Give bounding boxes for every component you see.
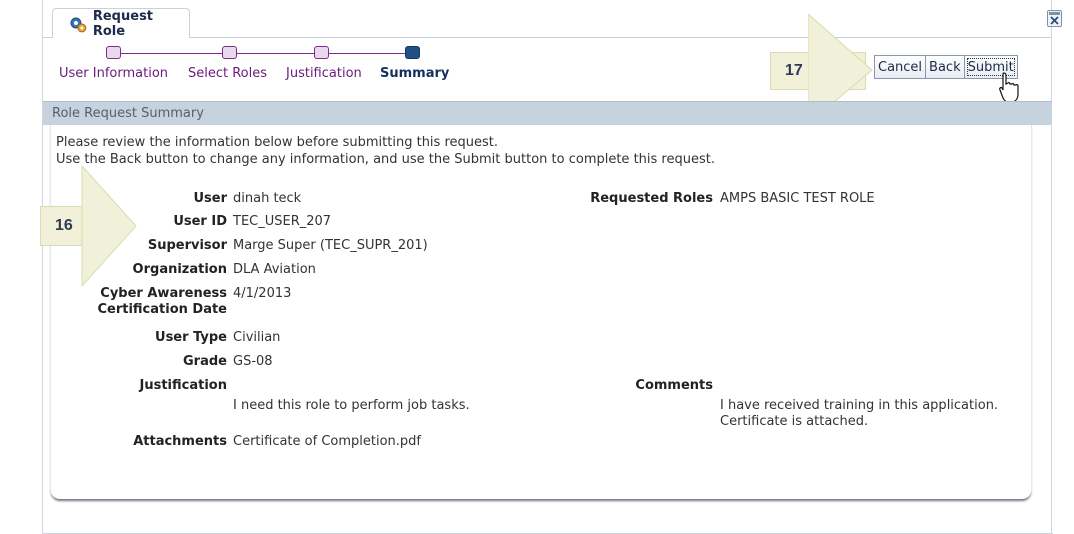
train-stop-summary (405, 46, 420, 59)
value-attachments: Certificate of Completion.pdf (233, 434, 421, 449)
label-comments: Comments (635, 378, 713, 393)
label-organization: Organization (132, 262, 227, 277)
value-organization: DLA Aviation (233, 262, 316, 277)
label-justification: Justification (139, 378, 227, 393)
train-stop-user-information[interactable] (106, 46, 121, 59)
tab-title: Request Role (92, 8, 154, 39)
intro-line-2: Use the Back button to change any inform… (56, 152, 715, 167)
value-grade: GS-08 (233, 354, 273, 369)
label-grade: Grade (183, 354, 227, 369)
cancel-button[interactable]: Cancel (874, 55, 927, 79)
value-cyber-date: 4/1/2013 (233, 286, 292, 301)
train-label-select-roles[interactable]: Select Roles (188, 66, 267, 81)
intro-text: Please review the information below befo… (56, 134, 715, 168)
label-attachments: Attachments (133, 434, 227, 449)
value-comments: I have received training in this applica… (720, 398, 998, 430)
value-user-id: TEC_USER_207 (233, 214, 332, 229)
callout-number: 17 (785, 62, 803, 79)
label-user-id: User ID (173, 214, 227, 229)
intro-line-1: Please review the information below befo… (56, 135, 498, 150)
label-supervisor: Supervisor (147, 238, 227, 253)
tab-request-role[interactable]: Request Role (52, 8, 190, 39)
train-stop-select-roles[interactable] (222, 46, 237, 59)
train-label-summary: Summary (380, 66, 450, 81)
train-label-justification[interactable]: Justification (286, 66, 362, 81)
train-stop-justification[interactable] (314, 46, 329, 59)
value-user: dinah teck (233, 191, 302, 206)
train-connector (236, 53, 315, 54)
value-justification: I need this role to perform job tasks. (233, 398, 470, 413)
section-header: Role Request Summary (43, 101, 1052, 125)
label-requested-roles: Requested Roles (590, 191, 713, 206)
label-user: User (193, 191, 227, 206)
mouse-pointer-icon (999, 72, 1019, 103)
label-cyber-line-2: Certification Date (97, 302, 227, 317)
label-cyber-line-1: Cyber Awareness (100, 286, 227, 301)
close-window-icon[interactable] (1047, 10, 1062, 27)
value-comments-line-2: Certificate is attached. (720, 414, 869, 429)
callout-number: 16 (55, 217, 73, 234)
tab-underline (42, 37, 1052, 38)
value-supervisor: Marge Super (TEC_SUPR_201) (233, 238, 428, 253)
value-comments-line-1: I have received training in this applica… (720, 398, 999, 413)
train-label-user-information[interactable]: User Information (59, 66, 168, 81)
back-button[interactable]: Back (925, 55, 965, 79)
value-user-type: Civilian (233, 330, 281, 345)
value-requested-roles: AMPS BASIC TEST ROLE (720, 191, 875, 206)
train-connector (121, 53, 223, 54)
train-connector (328, 53, 406, 54)
gears-icon (70, 17, 87, 32)
label-cyber-awareness: Cyber Awareness Certification Date (60, 286, 227, 318)
action-buttons: Cancel Back Submit (874, 55, 1018, 79)
label-user-type: User Type (155, 330, 227, 345)
